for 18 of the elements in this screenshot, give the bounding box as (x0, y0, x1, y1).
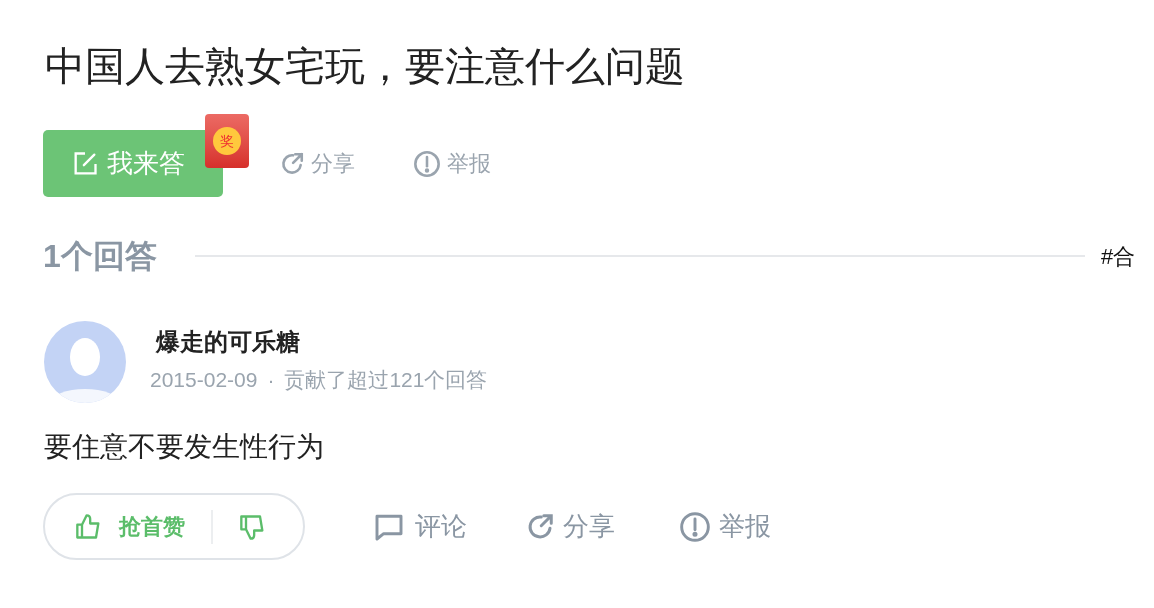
comment-button[interactable]: 评论 (373, 507, 467, 546)
question-title: 中国人去熟女宅玩，要注意什么问题 (45, 43, 686, 90)
exclamation-circle-icon (679, 510, 711, 543)
reward-badge-text: 奖 (213, 127, 241, 155)
report-button[interactable]: 举报 (413, 147, 491, 180)
separator-dot: · (267, 367, 275, 393)
answer-count: 1个回答 (43, 237, 158, 276)
exclamation-circle-icon (413, 149, 441, 178)
contribution-text: 贡献了超过121个回答 (284, 367, 488, 393)
answer-content: 要住意不要发生性行为 (44, 430, 325, 464)
share-button[interactable]: 分享 (525, 507, 615, 546)
answer-date: 2015-02-09 (150, 367, 258, 393)
share-button[interactable]: 分享 (279, 147, 355, 180)
report-button[interactable]: 举报 (679, 507, 771, 546)
author-name[interactable]: 爆走的可乐糖 (156, 325, 488, 359)
upvote-button[interactable]: 抢首赞 (45, 510, 185, 543)
share-icon (279, 150, 305, 177)
tag-link[interactable]: #合 (1101, 239, 1136, 273)
